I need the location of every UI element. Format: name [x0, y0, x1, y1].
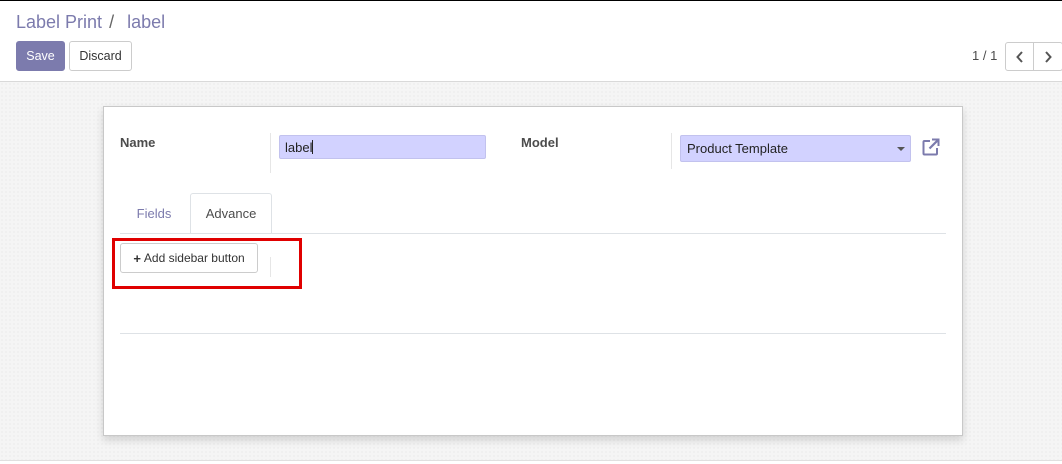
tab-fields[interactable]: Fields — [121, 193, 187, 233]
pager-previous-button[interactable] — [1005, 42, 1034, 71]
chevron-right-icon — [1045, 50, 1052, 63]
breadcrumb: Label Print / label — [16, 12, 165, 33]
chevron-left-icon — [1015, 50, 1023, 63]
text-caret — [312, 140, 314, 154]
model-select[interactable]: Product Template — [680, 135, 911, 162]
control-panel: Label Print / label Save Discard 1 / 1 — [0, 1, 1062, 82]
model-divider — [671, 133, 672, 169]
model-label: Model — [521, 135, 559, 150]
discard-button[interactable]: Discard — [69, 41, 132, 71]
tab-advance[interactable]: Advance — [190, 193, 272, 234]
name-divider — [270, 133, 271, 173]
bottom-divider — [0, 460, 1062, 461]
breadcrumb-separator: / — [109, 12, 115, 32]
pager-value[interactable]: 1 / 1 — [972, 48, 997, 63]
name-input[interactable]: label — [279, 135, 486, 159]
field-divider — [270, 257, 271, 277]
pager-next-button[interactable] — [1034, 42, 1062, 71]
section-divider — [120, 333, 946, 334]
external-link-icon — [922, 138, 940, 156]
tab-divider — [120, 233, 946, 234]
breadcrumb-parent[interactable]: Label Print — [16, 12, 102, 32]
model-select-value: Product Template — [687, 141, 788, 156]
caret-down-icon — [897, 147, 905, 151]
plus-icon: + — [133, 250, 141, 266]
form-sheet: Name label Model Product Template Fields… — [103, 106, 963, 436]
name-label: Name — [120, 135, 156, 150]
external-link-button[interactable] — [921, 137, 941, 157]
add-sidebar-button[interactable]: + Add sidebar button — [120, 243, 258, 273]
save-button[interactable]: Save — [16, 41, 65, 71]
name-input-value: label — [285, 139, 313, 155]
breadcrumb-current: label — [127, 12, 166, 32]
add-sidebar-button-label: Add sidebar button — [143, 251, 245, 265]
